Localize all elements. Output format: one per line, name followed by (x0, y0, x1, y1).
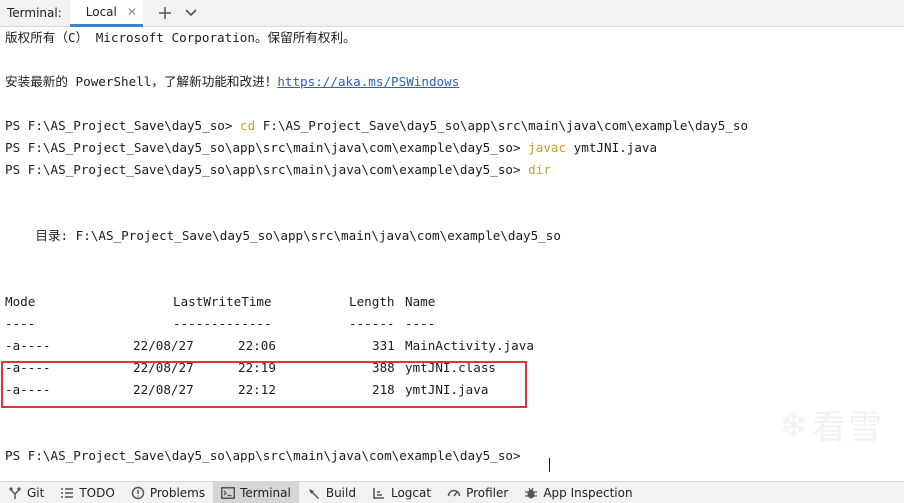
separator-length: ------ (349, 316, 395, 331)
header-lastwritetime: LastWriteTime (173, 294, 272, 309)
prompt: PS F:\AS_Project_Save\day5_so\app\src\ma… (5, 162, 529, 177)
tool-window-bar: Git TODO Problems Terminal Build Logcat … (0, 481, 904, 503)
chevron-down-icon (185, 9, 197, 17)
tool-app-inspection-label: App Inspection (543, 485, 633, 500)
highlight-box (1, 361, 527, 408)
new-tab-button[interactable] (153, 2, 177, 24)
command-line-dir: PS F:\AS_Project_Save\day5_so\app\src\ma… (5, 159, 551, 181)
command-line-cd: PS F:\AS_Project_Save\day5_so> cd F:\AS_… (5, 115, 748, 137)
tool-git-label: Git (27, 485, 45, 500)
file-time: 22:06 (238, 338, 276, 353)
tool-git[interactable]: Git (0, 482, 52, 503)
file-length: 331 (372, 338, 395, 353)
copyright-line: 版权所有（C） Microsoft Corporation。保留所有权利。 (5, 30, 356, 45)
snowflake-icon: ❄ (781, 401, 806, 448)
watermark: ❄ 看雪 (782, 400, 884, 449)
close-icon[interactable]: ✕ (127, 6, 137, 18)
tool-terminal[interactable]: Terminal (213, 481, 299, 503)
header-length: Length (349, 294, 395, 309)
tool-todo[interactable]: TODO (52, 482, 122, 503)
logcat-icon (373, 487, 384, 499)
separator-name: ---- (405, 316, 436, 331)
file-name: MainActivity.java (405, 338, 534, 353)
tool-build-label: Build (325, 485, 356, 500)
prompt: PS F:\AS_Project_Save\day5_so> (5, 118, 241, 133)
tool-logcat[interactable]: Logcat (364, 482, 439, 503)
tab-local-label: Local (85, 4, 117, 19)
command-keyword: dir (528, 162, 551, 177)
gauge-icon (447, 489, 461, 496)
tool-profiler[interactable]: Profiler (439, 482, 516, 503)
command-line-javac: PS F:\AS_Project_Save\day5_so\app\src\ma… (5, 137, 657, 159)
git-branch-icon (9, 486, 21, 499)
hammer-icon (308, 488, 319, 499)
tool-problems-label: Problems (149, 485, 206, 500)
command-args: ymtJNI.java (566, 140, 658, 155)
problems-icon (131, 486, 145, 499)
separator-mode: ---- (5, 316, 36, 331)
terminal-cursor (549, 458, 550, 472)
file-date: 22/08/27 (133, 338, 194, 353)
tool-window-title: Terminal: (7, 6, 62, 20)
install-text: 安装最新的 PowerShell，了解新功能和改进！ (5, 74, 278, 89)
tool-app-inspection[interactable]: App Inspection (516, 482, 640, 503)
tool-profiler-label: Profiler (466, 485, 509, 500)
terminal-output[interactable]: 版权所有（C） Microsoft Corporation。保留所有权利。 安装… (0, 27, 904, 481)
tool-todo-label: TODO (79, 485, 115, 500)
tool-problems[interactable]: Problems (123, 482, 213, 503)
install-line: 安装最新的 PowerShell，了解新功能和改进！https://aka.ms… (5, 71, 459, 93)
command-args: F:\AS_Project_Save\day5_so\app\src\main\… (255, 118, 749, 133)
bug-icon (525, 487, 538, 498)
directory-line: 目录: F:\AS_Project_Save\day5_so\app\src\m… (5, 228, 561, 243)
tool-terminal-label: Terminal (240, 485, 291, 500)
tool-logcat-label: Logcat (390, 485, 432, 500)
command-keyword: javac (528, 140, 567, 155)
tab-dropdown-button[interactable] (179, 2, 203, 24)
header-mode: Mode (5, 294, 36, 309)
install-link[interactable]: https://aka.ms/PSWindows (277, 74, 459, 89)
terminal-tab-bar: Terminal: Local ✕ (0, 0, 904, 27)
tab-local[interactable]: Local ✕ (69, 0, 143, 27)
terminal-icon (221, 486, 236, 499)
header-name: Name (405, 294, 436, 309)
tool-build[interactable]: Build (299, 482, 364, 503)
prompt: PS F:\AS_Project_Save\day5_so\app\src\ma… (5, 140, 529, 155)
command-keyword: cd (240, 118, 256, 133)
plus-icon (158, 7, 171, 19)
final-prompt: PS F:\AS_Project_Save\day5_so\app\src\ma… (5, 448, 529, 463)
separator-time: ------------- (173, 316, 272, 331)
list-icon (61, 487, 74, 498)
file-mode: -a---- (5, 338, 51, 353)
watermark-text: 看雪 (812, 408, 884, 448)
